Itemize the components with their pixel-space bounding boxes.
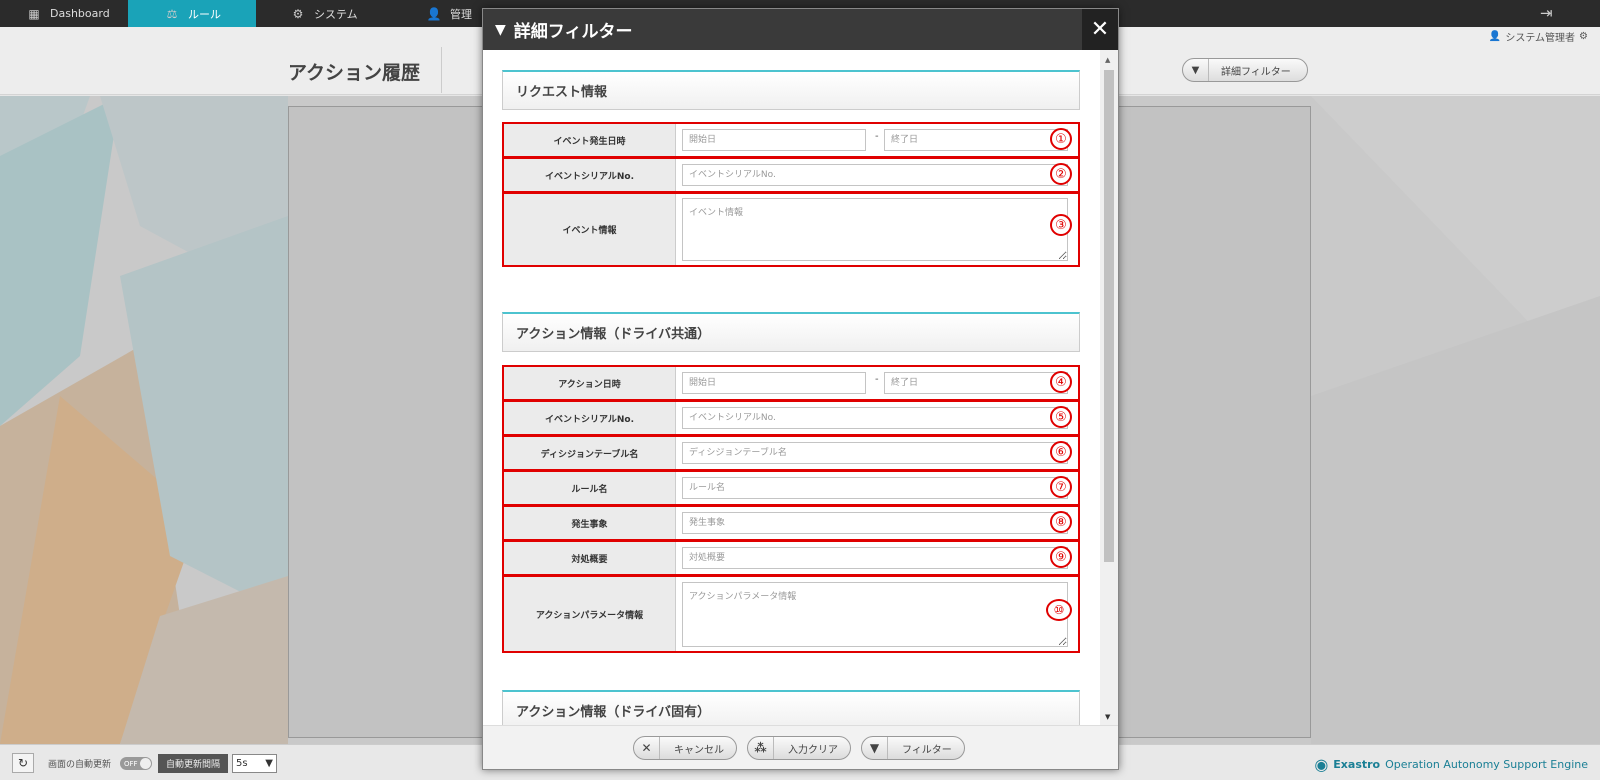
event-serial-input[interactable]: [682, 164, 1068, 186]
marker-10: ⑩: [1046, 599, 1072, 621]
marker-4: ④: [1050, 371, 1072, 393]
action-date-end-input[interactable]: [884, 372, 1068, 394]
rule-name-input[interactable]: [682, 477, 1068, 499]
row-action-event-serial: イベントシリアルNo. ⑤: [502, 400, 1080, 436]
row-action-date: アクション日時 - ④: [502, 365, 1080, 401]
marker-1: ①: [1050, 128, 1072, 150]
filter-icon: ▼: [495, 21, 506, 38]
section-request-info: リクエスト情報: [502, 70, 1080, 110]
section-action-common: アクション情報（ドライバ共通）: [502, 312, 1080, 352]
marker-7: ⑦: [1050, 476, 1072, 498]
date-separator: -: [875, 131, 879, 142]
filter-icon: ▼: [862, 737, 888, 759]
scroll-thumb[interactable]: [1104, 70, 1114, 562]
clear-label: 入力クリア: [788, 744, 838, 756]
row-label: アクション日時: [504, 367, 676, 399]
action-event-serial-input[interactable]: [682, 407, 1068, 429]
marker-9: ⑨: [1050, 546, 1072, 568]
close-icon[interactable]: ✕: [1082, 9, 1118, 50]
scroll-up-icon[interactable]: ▲: [1105, 56, 1110, 64]
row-occurrence: 発生事象 ⑧: [502, 505, 1080, 541]
clear-input-button[interactable]: ⁂ 入力クリア: [747, 736, 851, 760]
modal-footer: ✕ キャンセル ⁂ 入力クリア ▼ フィルター: [483, 725, 1118, 769]
detail-filter-modal: ▼ 詳細フィルター ✕ リクエスト情報 イベント発生日時 - ① イベントシリア…: [482, 8, 1119, 770]
filter-button[interactable]: ▼ フィルター: [861, 736, 965, 760]
modal-header: ▼ 詳細フィルター ✕: [483, 9, 1118, 50]
row-label: ディシジョンテーブル名: [504, 437, 676, 469]
marker-3: ③: [1050, 214, 1072, 236]
section-action-specific: アクション情報（ドライバ固有）: [502, 690, 1080, 725]
filter-label: フィルター: [902, 744, 952, 756]
row-response-summary: 対処概要 ⑨: [502, 540, 1080, 576]
row-label: 対処概要: [504, 542, 676, 574]
row-label: イベント発生日時: [504, 124, 676, 156]
row-label: イベントシリアルNo.: [504, 402, 676, 434]
modal-title: 詳細フィルター: [513, 22, 633, 42]
modal-scrollbar[interactable]: ▲ ▼: [1100, 50, 1118, 725]
event-date-start-input[interactable]: [682, 129, 866, 151]
date-separator: -: [875, 374, 879, 385]
row-event-date: イベント発生日時 - ①: [502, 122, 1080, 158]
close-icon: ✕: [634, 737, 660, 759]
scroll-down-icon[interactable]: ▼: [1105, 713, 1110, 721]
row-label: ルール名: [504, 472, 676, 504]
row-event-serial: イベントシリアルNo. ②: [502, 157, 1080, 193]
decision-table-input[interactable]: [682, 442, 1068, 464]
action-date-start-input[interactable]: [682, 372, 866, 394]
marker-2: ②: [1050, 163, 1072, 185]
row-action-params: アクションパラメータ情報 ⑩: [502, 575, 1080, 653]
occurrence-input[interactable]: [682, 512, 1068, 534]
row-label: イベント情報: [504, 194, 676, 265]
row-decision-table: ディシジョンテーブル名 ⑥: [502, 435, 1080, 471]
row-label: イベントシリアルNo.: [504, 159, 676, 191]
row-label: 発生事象: [504, 507, 676, 539]
response-summary-input[interactable]: [682, 547, 1068, 569]
cancel-button[interactable]: ✕ キャンセル: [633, 736, 737, 760]
row-event-info: イベント情報 ③: [502, 192, 1080, 267]
row-rule-name: ルール名 ⑦: [502, 470, 1080, 506]
marker-8: ⑧: [1050, 511, 1072, 533]
action-params-textarea[interactable]: [682, 582, 1068, 647]
modal-body: リクエスト情報 イベント発生日時 - ① イベントシリアルNo. ② イベント情…: [483, 50, 1100, 725]
event-info-textarea[interactable]: [682, 198, 1068, 261]
row-label: アクションパラメータ情報: [504, 577, 676, 651]
marker-6: ⑥: [1050, 441, 1072, 463]
spinner-icon: ⁂: [748, 737, 774, 759]
cancel-label: キャンセル: [674, 744, 724, 756]
event-date-end-input[interactable]: [884, 129, 1068, 151]
marker-5: ⑤: [1050, 406, 1072, 428]
